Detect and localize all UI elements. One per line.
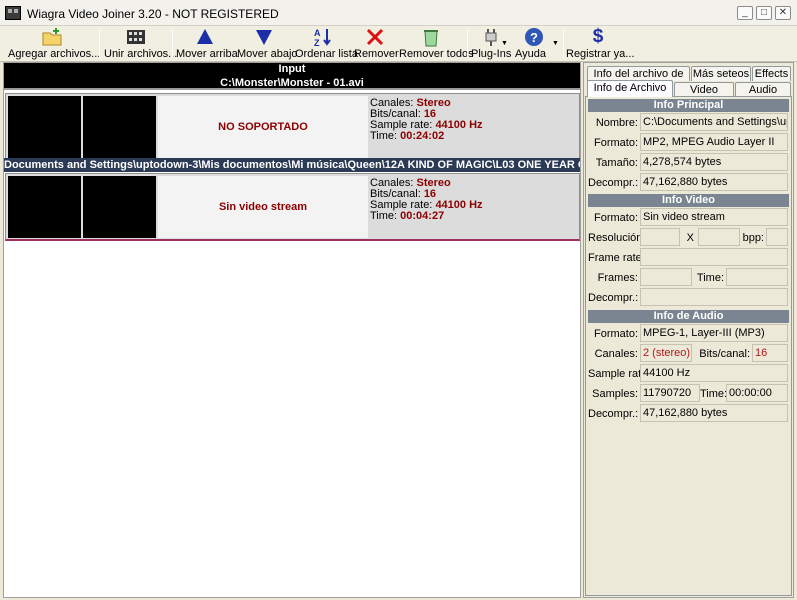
tab-more-settings[interactable]: Más seteos bbox=[691, 66, 751, 81]
video-decompr-field[interactable] bbox=[640, 288, 788, 306]
video-thumbnail bbox=[83, 96, 156, 158]
help-button[interactable]: ? Ayuda bbox=[515, 26, 553, 62]
maximize-button[interactable]: □ bbox=[756, 6, 772, 20]
resolution-width-field[interactable] bbox=[640, 228, 680, 246]
sample-rate-field[interactable]: 44100 Hz bbox=[640, 364, 788, 382]
svg-text:A: A bbox=[314, 28, 321, 38]
register-button[interactable]: $ Registrar ya... bbox=[566, 26, 634, 62]
x-icon bbox=[364, 27, 386, 47]
recycle-bin-icon bbox=[420, 27, 442, 47]
sort-list-button[interactable]: AZ Ordenar lista bbox=[295, 26, 358, 62]
add-files-button[interactable]: Agregar archivos... bbox=[8, 26, 100, 62]
frames-field[interactable] bbox=[640, 268, 692, 286]
bpp-field[interactable] bbox=[766, 228, 788, 246]
nombre-field[interactable]: C:\Documents and Settings\uptodo bbox=[640, 113, 788, 131]
entry-status: NO SOPORTADO bbox=[158, 96, 368, 158]
remove-all-button[interactable]: Remover todos bbox=[399, 26, 474, 62]
section-header: Info Principal bbox=[588, 99, 789, 112]
decompr-field[interactable]: 47,162,880 bytes bbox=[640, 173, 788, 191]
window-title: Wiagra Video Joiner 3.20 - NOT REGISTERE… bbox=[27, 7, 279, 21]
video-thumbnail bbox=[83, 176, 156, 238]
app-icon bbox=[5, 6, 21, 20]
tamano-field[interactable]: 4,278,574 bytes bbox=[640, 153, 788, 171]
video-formato-field[interactable]: Sin video stream bbox=[640, 208, 788, 226]
svg-text:?: ? bbox=[530, 30, 538, 45]
toolbar: Agregar archivos... Unir archivos... Mov… bbox=[0, 26, 797, 62]
arrow-up-icon bbox=[194, 27, 216, 47]
close-button[interactable]: ✕ bbox=[775, 6, 791, 20]
dollar-icon: $ bbox=[592, 26, 604, 47]
tab-text-file-info[interactable]: Info del archivo de texto bbox=[587, 66, 690, 94]
input-list[interactable]: Input C:\Monster\Monster - 01.avi NO SOP… bbox=[3, 62, 581, 598]
move-up-button[interactable]: Mover arriba bbox=[176, 26, 238, 62]
help-dropdown-icon[interactable]: ▼ bbox=[552, 40, 559, 47]
help-icon: ? bbox=[523, 27, 545, 47]
join-files-button[interactable]: Unir archivos... bbox=[104, 26, 177, 62]
plug-icon bbox=[480, 27, 502, 47]
svg-text:Z: Z bbox=[314, 38, 320, 47]
section-header: Info Video bbox=[588, 194, 789, 207]
tab-video[interactable]: Video bbox=[674, 82, 734, 97]
video-thumbnail bbox=[8, 96, 81, 158]
bits-canal-field[interactable]: 16 bbox=[752, 344, 788, 362]
audio-decompr-field[interactable]: 47,162,880 bytes bbox=[640, 404, 788, 422]
audio-time-field[interactable]: 00:00:00 bbox=[726, 384, 788, 402]
info-pane: Info del archivo de texto Más seteos Eff… bbox=[583, 62, 794, 598]
audio-formato-field[interactable]: MPEG-1, Layer-III (MP3) bbox=[640, 324, 788, 342]
entry-audio-info: Canales: Stereo Bits/canal: 16 Sample ra… bbox=[370, 176, 576, 238]
entry-path[interactable]: Documents and Settings\uptodown-3\Mis do… bbox=[4, 158, 580, 172]
samples-field[interactable]: 11790720 bbox=[640, 384, 700, 402]
input-header: Input bbox=[4, 63, 580, 76]
entry-status: Sin video stream bbox=[158, 176, 368, 238]
plugins-dropdown-icon[interactable]: ▼ bbox=[501, 40, 508, 47]
minimize-button[interactable]: _ bbox=[737, 6, 753, 20]
canales-field[interactable]: 2 (stereo) bbox=[640, 344, 692, 362]
video-time-field[interactable] bbox=[726, 268, 788, 286]
resolution-height-field[interactable] bbox=[698, 228, 740, 246]
tab-effects[interactable]: Effects bbox=[752, 66, 791, 81]
list-item[interactable]: Sin video stream Canales: Stereo Bits/ca… bbox=[5, 173, 580, 241]
section-header: Info de Audio bbox=[588, 310, 789, 323]
list-item[interactable]: NO SOPORTADO Canales: Stereo Bits/canal:… bbox=[5, 93, 580, 161]
entry-audio-info: Canales: Stereo Bits/canal: 16 Sample ra… bbox=[370, 96, 576, 158]
sort-az-icon: AZ bbox=[312, 27, 334, 48]
title-bar: Wiagra Video Joiner 3.20 - NOT REGISTERE… bbox=[0, 0, 797, 26]
folder-add-icon bbox=[41, 27, 63, 47]
tab-audio[interactable]: Audio bbox=[735, 82, 791, 97]
move-down-button[interactable]: Mover abajo bbox=[237, 26, 298, 62]
formato-field[interactable]: MP2, MPEG Audio Layer II bbox=[640, 133, 788, 151]
frame-rate-field[interactable] bbox=[640, 248, 788, 266]
film-icon bbox=[125, 27, 147, 47]
video-thumbnail bbox=[8, 176, 81, 238]
arrow-down-icon bbox=[253, 27, 275, 47]
tab-file-info[interactable]: Info de Archivo bbox=[587, 80, 673, 97]
file-info-panel: Info Principal Nombre: C:\Documents and … bbox=[585, 96, 792, 596]
remove-button[interactable]: Remover bbox=[354, 26, 399, 62]
entry-path[interactable]: C:\Monster\Monster - 01.avi bbox=[4, 76, 580, 90]
